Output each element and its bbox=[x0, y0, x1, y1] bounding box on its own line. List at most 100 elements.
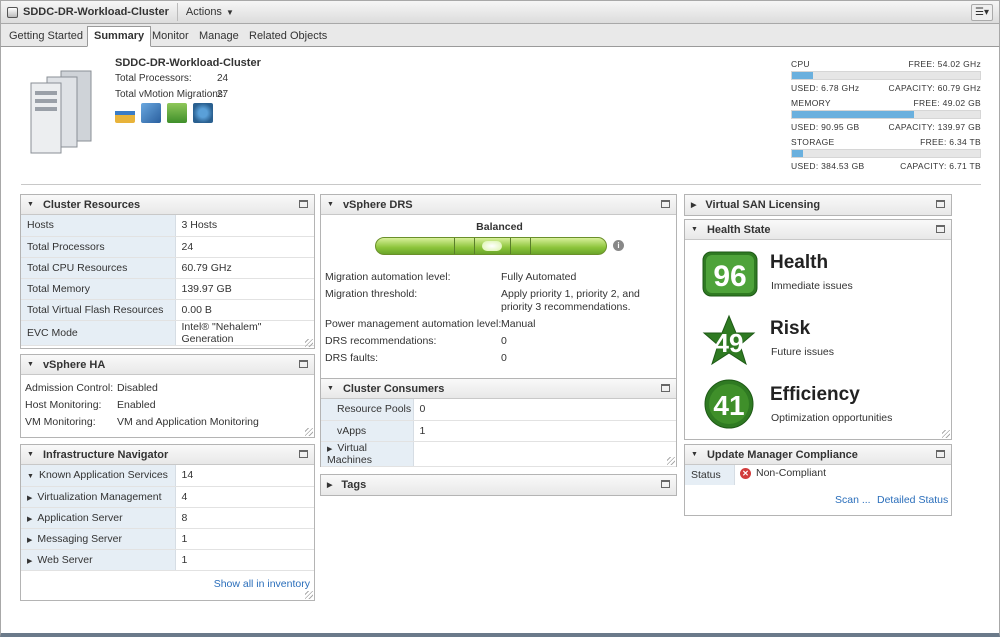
collapse-icon[interactable]: ▼ bbox=[27, 451, 34, 458]
scan-link[interactable]: Scan ... bbox=[835, 494, 871, 506]
cluster-icon bbox=[7, 6, 18, 18]
memory-label: MEMORY bbox=[791, 98, 831, 108]
panel-title: Tags bbox=[341, 479, 367, 491]
tree-row[interactable]: ▶ Web Server 1 bbox=[21, 549, 314, 571]
vsphere-drs-header[interactable]: ▼ vSphere DRS bbox=[321, 195, 676, 215]
table-row: vApps 1 bbox=[321, 420, 676, 442]
row-key: vApps bbox=[321, 420, 414, 442]
detailed-status-link[interactable]: Detailed Status bbox=[877, 494, 948, 506]
collapse-icon[interactable]: ▼ bbox=[691, 451, 698, 458]
expand-arrow-icon[interactable]: ▶ bbox=[27, 495, 32, 502]
tab-monitor[interactable]: Monitor bbox=[152, 27, 189, 47]
level-bubble bbox=[482, 241, 502, 251]
expand-icon[interactable]: ▶ bbox=[327, 481, 332, 489]
collapse-icon[interactable]: ▼ bbox=[27, 201, 34, 208]
cluster-consumers-header[interactable]: ▼ Cluster Consumers bbox=[321, 379, 676, 399]
vsphere-ha-panel: ▼ vSphere HA Admission Control: Disabled … bbox=[20, 354, 315, 438]
collapse-icon[interactable]: ▼ bbox=[691, 226, 698, 233]
maximize-icon[interactable] bbox=[661, 200, 670, 208]
expand-arrow-icon[interactable]: ▶ bbox=[27, 516, 32, 523]
cluster-resources-panel: ▼ Cluster Resources Hosts 3 Hosts Total Pr… bbox=[20, 194, 315, 349]
row-value: 24 bbox=[175, 236, 314, 258]
drs-balance-level bbox=[375, 237, 607, 255]
tab-related-objects[interactable]: Related Objects bbox=[249, 27, 327, 47]
tab-getting-started[interactable]: Getting Started bbox=[9, 27, 83, 47]
resize-grip[interactable] bbox=[305, 428, 313, 436]
actions-label: Actions bbox=[185, 6, 222, 18]
collapse-icon[interactable]: ▼ bbox=[27, 361, 34, 368]
add-host-icon[interactable] bbox=[115, 103, 135, 123]
tree-row[interactable]: ▶ Messaging Server 1 bbox=[21, 528, 314, 550]
memory-capacity: CAPACITY: 139.97 GB bbox=[888, 122, 981, 132]
storage-usage-fill bbox=[792, 150, 803, 157]
maximize-icon[interactable] bbox=[661, 384, 670, 392]
info-icon[interactable]: i bbox=[613, 240, 624, 251]
host-monitoring-label: Host Monitoring: bbox=[25, 399, 102, 411]
update-manager-header[interactable]: ▼ Update Manager Compliance bbox=[685, 445, 951, 465]
drs-recommendations-value: 0 bbox=[501, 335, 507, 347]
maximize-icon[interactable] bbox=[299, 360, 308, 368]
admission-control-label: Admission Control: bbox=[25, 382, 114, 394]
cpu-usage-fill bbox=[792, 72, 813, 79]
panel-title: vSphere DRS bbox=[342, 198, 413, 211]
drs-faults-label: DRS faults: bbox=[325, 352, 379, 364]
tab-manage[interactable]: Manage bbox=[199, 27, 239, 47]
tab-summary[interactable]: Summary bbox=[87, 26, 152, 47]
maximize-icon[interactable] bbox=[936, 200, 945, 208]
resize-grip[interactable] bbox=[305, 339, 313, 347]
power-management-label: Power management automation level: bbox=[325, 318, 502, 330]
collapse-icon[interactable]: ▼ bbox=[327, 201, 334, 208]
panel-title: Update Manager Compliance bbox=[706, 448, 858, 461]
maximize-icon[interactable] bbox=[936, 450, 945, 458]
vsan-licensing-panel: ▶ Virtual SAN Licensing bbox=[684, 194, 952, 216]
new-vm-icon[interactable] bbox=[141, 103, 161, 123]
status-label: Status bbox=[691, 469, 721, 481]
edit-settings-icon[interactable] bbox=[167, 103, 187, 123]
expand-arrow-icon[interactable]: ▶ bbox=[327, 446, 332, 453]
health-title: Health bbox=[770, 252, 829, 273]
maximize-icon[interactable] bbox=[299, 200, 308, 208]
summary-title: SDDC-DR-Workload-Cluster bbox=[115, 57, 261, 69]
collapse-icon[interactable]: ▼ bbox=[327, 385, 334, 392]
maximize-icon[interactable] bbox=[936, 225, 945, 233]
resize-grip[interactable] bbox=[942, 430, 950, 438]
expand-arrow-icon[interactable]: ▶ bbox=[27, 558, 32, 565]
row-value: 1 bbox=[175, 528, 314, 550]
efficiency-badge-icon: 41 bbox=[704, 379, 754, 429]
tree-row[interactable]: ▶ Application Server 8 bbox=[21, 507, 314, 529]
tree-row[interactable]: ▶ Virtualization Management 4 bbox=[21, 486, 314, 508]
tree-row[interactable]: ▶ Virtual Machines bbox=[321, 441, 676, 467]
row-value: 60.79 GHz bbox=[175, 257, 314, 279]
cluster-resources-header[interactable]: ▼ Cluster Resources bbox=[21, 195, 314, 215]
expanded-arrow-icon[interactable]: ▼ bbox=[27, 473, 34, 480]
expand-icon[interactable]: ▶ bbox=[691, 201, 696, 209]
menu-icon[interactable]: ☰▾ bbox=[971, 4, 993, 21]
row-value: 0.00 B bbox=[175, 299, 314, 321]
maximize-icon[interactable] bbox=[299, 450, 308, 458]
panel-title: Virtual SAN Licensing bbox=[705, 199, 821, 211]
row-key: Total CPU Resources bbox=[21, 257, 176, 279]
resize-grip[interactable] bbox=[667, 457, 675, 465]
row-key: Hosts bbox=[21, 215, 176, 237]
cpu-resource: CPU FREE: 54.02 GHz USED: 6.78 GHz CAPACIT… bbox=[791, 59, 981, 93]
row-key: EVC Mode bbox=[21, 320, 176, 346]
health-state-header[interactable]: ▼ Health State bbox=[685, 220, 951, 240]
vsan-licensing-header[interactable]: ▶ Virtual SAN Licensing bbox=[685, 195, 951, 215]
efficiency-title: Efficiency bbox=[770, 384, 860, 405]
tags-header[interactable]: ▶ Tags bbox=[321, 475, 676, 495]
row-value bbox=[413, 441, 676, 467]
tree-row[interactable]: ▼ Known Application Services 14 bbox=[21, 465, 314, 487]
row-key: Total Virtual Flash Resources bbox=[21, 299, 176, 321]
maximize-icon[interactable] bbox=[661, 480, 670, 488]
action-icons bbox=[115, 103, 213, 123]
row-value: 0 bbox=[413, 399, 676, 421]
resize-grip[interactable] bbox=[305, 591, 313, 599]
infrastructure-navigator-header[interactable]: ▼ Infrastructure Navigator bbox=[21, 445, 314, 465]
table-row: EVC Mode Intel® "Nehalem" Generation bbox=[21, 320, 314, 346]
configure-icon[interactable] bbox=[193, 103, 213, 123]
expand-arrow-icon[interactable]: ▶ bbox=[27, 537, 32, 544]
show-all-inventory-link[interactable]: Show all in inventory bbox=[214, 578, 310, 590]
vsphere-ha-header[interactable]: ▼ vSphere HA bbox=[21, 355, 314, 375]
row-value: 3 Hosts bbox=[175, 215, 314, 237]
actions-menu[interactable]: Actions ▼ bbox=[186, 6, 234, 18]
